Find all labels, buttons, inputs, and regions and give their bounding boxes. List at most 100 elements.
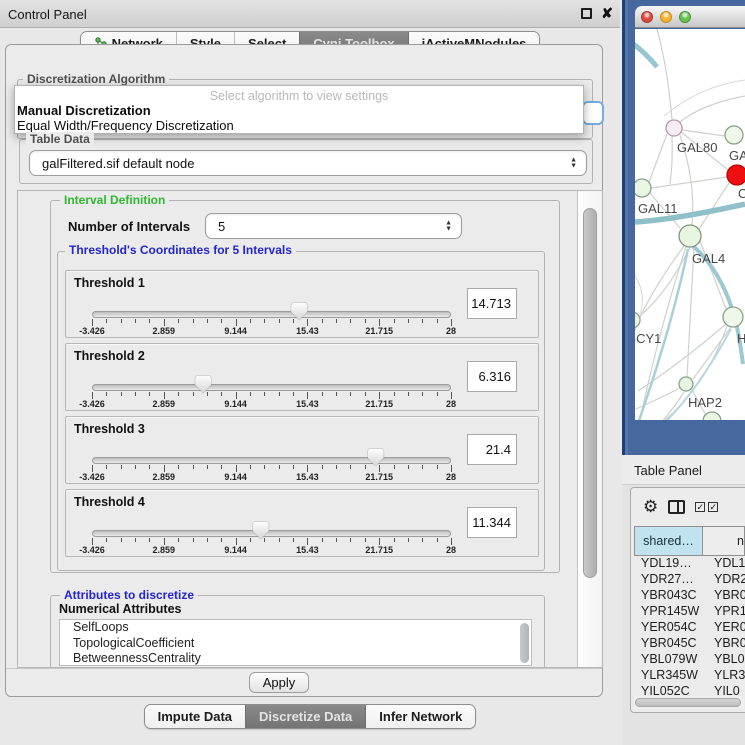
table-toolbar: ⚙ ✓ ✓ xyxy=(631,488,745,526)
minimize-traffic-light-icon[interactable] xyxy=(660,11,672,23)
slider-tick xyxy=(178,392,179,396)
network-window-titlebar[interactable] xyxy=(635,6,745,28)
tab-infer-network[interactable]: Infer Network xyxy=(365,705,475,728)
table-row[interactable]: YLR345WYLR3 xyxy=(634,668,745,684)
network-node-ga[interactable] xyxy=(725,126,743,144)
threshold-slider-track[interactable] xyxy=(92,530,451,537)
threshold-slider-thumb[interactable] xyxy=(291,303,307,320)
network-edge[interactable] xyxy=(687,247,694,377)
slider-tick-label: 9.144 xyxy=(224,326,247,336)
network-edge[interactable] xyxy=(635,268,642,314)
network-edge[interactable] xyxy=(657,29,672,120)
slider-tick xyxy=(394,538,395,542)
network-canvas[interactable]: GAL80GACGAL11GAL4GCY1HHAP2 xyxy=(635,29,745,420)
numerical-attributes-list[interactable]: SelfLoopsTopologicalCoefficientBetweenne… xyxy=(59,619,532,666)
attribute-list-item[interactable]: SelfLoops xyxy=(60,620,531,636)
network-edge[interactable] xyxy=(636,388,680,409)
network-node-gcy1[interactable] xyxy=(635,312,640,328)
attributes-list-scrollbar[interactable] xyxy=(520,623,529,663)
threshold-value-field[interactable]: 21.4 xyxy=(467,434,517,465)
attribute-list-item[interactable]: BetweennessCentrality xyxy=(60,651,531,666)
float-window-icon[interactable] xyxy=(581,8,592,19)
tab-label: Impute Data xyxy=(158,709,232,724)
network-node-gal80[interactable] xyxy=(666,120,682,136)
table-row[interactable]: YBR045CYBR0 xyxy=(634,636,745,652)
network-edge[interactable] xyxy=(640,419,706,420)
tab-discretize-data[interactable]: Discretize Data xyxy=(245,705,365,728)
cell-name: YBR0 xyxy=(708,636,745,652)
algorithm-combobox-focused-fragment[interactable] xyxy=(582,101,604,125)
network-node-hap2[interactable] xyxy=(679,377,693,391)
table-row[interactable]: YDR27…YDR2 xyxy=(634,572,745,588)
network-edge[interactable] xyxy=(682,130,725,136)
slider-tick xyxy=(221,465,222,469)
table-row[interactable]: YPR145WYPR1 xyxy=(634,604,745,620)
number-of-intervals-value: 5 xyxy=(218,219,225,234)
network-edge[interactable] xyxy=(693,327,731,379)
network-edge[interactable] xyxy=(635,40,657,67)
close-traffic-light-icon[interactable] xyxy=(641,11,653,23)
table-row[interactable]: YBL079WYBL0 xyxy=(634,652,745,668)
scrollbar-thumb[interactable] xyxy=(583,208,597,578)
slider-tick-label: 2.859 xyxy=(153,545,176,555)
table-row[interactable]: YER054CYER0 xyxy=(634,620,745,636)
settings-vertical-scrollbar[interactable] xyxy=(577,191,602,667)
slider-tick xyxy=(350,392,351,396)
cell-shared-name: YBR045C xyxy=(634,636,708,652)
network-edge[interactable] xyxy=(651,177,727,188)
thresholds-group-title: Threshold's Coordinates for 5 Intervals xyxy=(65,243,296,257)
column-header-name[interactable]: n xyxy=(703,526,745,556)
slider-tick xyxy=(379,465,380,472)
slider-tick xyxy=(437,465,438,469)
scrollbar-thumb[interactable] xyxy=(635,698,741,707)
threshold-value-field[interactable]: 11.344 xyxy=(467,507,517,538)
slider-tick xyxy=(149,392,150,396)
threshold-box-1: Threshold 1-3.4262.8599.14415.4321.71528… xyxy=(65,270,539,338)
column-chooser-icon[interactable] xyxy=(668,500,685,514)
table-row[interactable]: YDL19…YDL1 xyxy=(634,556,745,572)
threshold-slider-thumb[interactable] xyxy=(253,522,269,539)
threshold-slider-thumb[interactable] xyxy=(368,449,384,466)
slider-tick xyxy=(193,392,194,396)
network-node-c[interactable] xyxy=(727,165,745,185)
network-edge[interactable] xyxy=(680,96,745,122)
threshold-slider-track[interactable] xyxy=(92,384,451,391)
checkbox-icon[interactable]: ✓ xyxy=(695,502,705,512)
number-of-intervals-combobox[interactable]: 5 ▲▼ xyxy=(205,213,462,239)
network-edge[interactable] xyxy=(670,136,672,184)
network-node-gal11[interactable] xyxy=(635,179,651,197)
algorithm-option-manual-discretization[interactable]: Manual Discretization xyxy=(17,103,151,118)
apply-button[interactable]: Apply xyxy=(249,672,309,693)
slider-tick xyxy=(336,392,337,396)
slider-tick xyxy=(207,465,208,469)
threshold-value-field[interactable]: 14.713 xyxy=(467,288,517,319)
slider-tick xyxy=(451,319,452,326)
slider-tick xyxy=(164,392,165,399)
network-edge[interactable] xyxy=(649,134,667,182)
network-edge[interactable] xyxy=(635,246,684,332)
network-node-h[interactable] xyxy=(723,307,743,327)
cell-name: YBR0 xyxy=(708,588,745,604)
slider-tick xyxy=(350,465,351,469)
attribute-list-item[interactable]: TopologicalCoefficient xyxy=(60,636,531,652)
table-row[interactable]: YBR043CYBR0 xyxy=(634,588,745,604)
table-horizontal-scrollbar[interactable] xyxy=(634,696,744,709)
zoom-traffic-light-icon[interactable] xyxy=(679,11,691,23)
network-node-label: GAL11 xyxy=(638,201,678,216)
threshold-value-field[interactable]: 6.316 xyxy=(467,361,517,392)
column-header-shared-name[interactable]: shared… xyxy=(634,526,703,556)
algorithm-option-equal-width-frequency[interactable]: Equal Width/Frequency Discretization xyxy=(17,118,234,133)
close-icon[interactable]: ✘ xyxy=(601,5,613,22)
threshold-slider-thumb[interactable] xyxy=(195,376,211,393)
slider-tick xyxy=(178,319,179,323)
network-node-gal4[interactable] xyxy=(679,225,701,247)
gear-icon[interactable]: ⚙ xyxy=(643,497,658,517)
slider-tick xyxy=(307,319,308,326)
checkbox-icon[interactable]: ✓ xyxy=(708,502,718,512)
network-node[interactable] xyxy=(703,412,721,420)
tab-impute-data[interactable]: Impute Data xyxy=(145,705,245,728)
thresholds-coordinates-group: Threshold 1-3.4262.8599.14415.4321.71528… xyxy=(57,251,545,571)
table-data-combobox[interactable]: galFiltered.sif default node ▲▼ xyxy=(29,150,587,176)
threshold-slider-track[interactable] xyxy=(92,457,451,464)
threshold-slider-track[interactable] xyxy=(92,311,451,318)
